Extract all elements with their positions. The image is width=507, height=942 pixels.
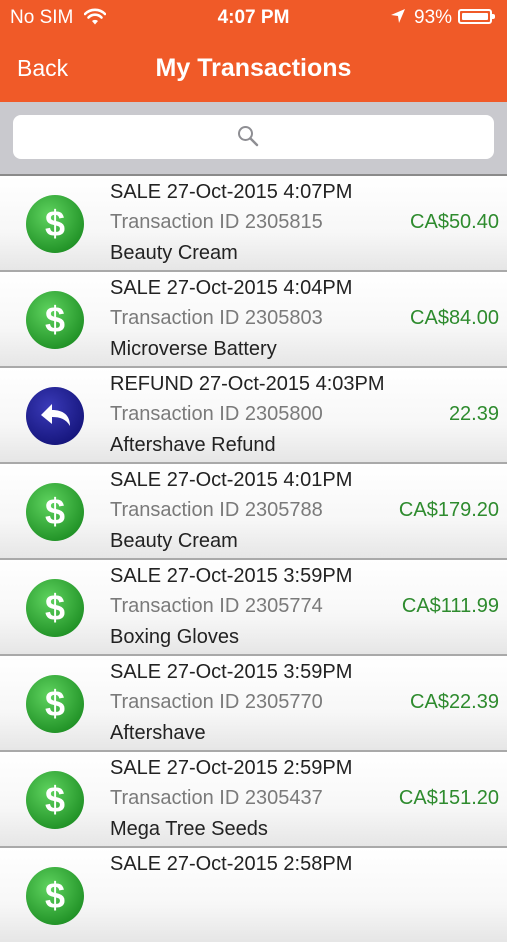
transaction-amount: 22.39: [448, 403, 499, 425]
transaction-header: SALE 27-Oct-2015 3:59PM: [110, 565, 353, 587]
svg-text:$: $: [45, 299, 65, 340]
transaction-item: Aftershave: [110, 722, 206, 744]
battery-percent: 93%: [414, 7, 453, 28]
transaction-header: SALE 27-Oct-2015 2:59PM: [110, 757, 353, 779]
transaction-row[interactable]: $ SALE 27-Oct-2015 4:07PM Transaction ID …: [0, 174, 507, 270]
dollar-icon: $: [25, 290, 85, 350]
search-icon: [236, 124, 260, 153]
transaction-id: Transaction ID 2305800: [110, 403, 323, 425]
dollar-icon: $: [25, 578, 85, 638]
transaction-amount: CA$50.40: [410, 211, 499, 233]
status-bar: No SIM 4:07 PM 93%: [0, 0, 507, 34]
transaction-amount: CA$22.39: [410, 691, 499, 713]
transaction-header: REFUND 27-Oct-2015 4:03PM: [110, 373, 385, 395]
transaction-amount: CA$179.20: [398, 499, 499, 521]
transaction-id: Transaction ID 2305788: [110, 499, 323, 521]
transaction-id: Transaction ID 2305437: [110, 787, 323, 809]
transaction-item: Mega Tree Seeds: [110, 818, 268, 840]
transaction-row[interactable]: $ SALE 27-Oct-2015 2:58PM: [0, 846, 507, 942]
transaction-item: Aftershave Refund: [110, 434, 276, 456]
dollar-icon: $: [25, 194, 85, 254]
svg-text:$: $: [45, 875, 65, 916]
svg-text:$: $: [45, 491, 65, 532]
dollar-icon: $: [25, 770, 85, 830]
svg-text:$: $: [45, 779, 65, 820]
refund-arrow-icon: [25, 386, 85, 446]
dollar-icon: $: [25, 866, 85, 926]
transaction-id: Transaction ID 2305803: [110, 307, 323, 329]
transaction-header: SALE 27-Oct-2015 4:01PM: [110, 469, 353, 491]
dollar-icon: $: [25, 674, 85, 734]
transaction-row[interactable]: REFUND 27-Oct-2015 4:03PM Transaction ID …: [0, 366, 507, 462]
transaction-header: SALE 27-Oct-2015 3:59PM: [110, 661, 353, 683]
transaction-header: SALE 27-Oct-2015 4:07PM: [110, 181, 353, 203]
transaction-item: Microverse Battery: [110, 338, 277, 360]
transaction-header: SALE 27-Oct-2015 4:04PM: [110, 277, 353, 299]
transaction-row[interactable]: $ SALE 27-Oct-2015 4:04PM Transaction ID …: [0, 270, 507, 366]
transaction-list: $ SALE 27-Oct-2015 4:07PM Transaction ID …: [0, 174, 507, 942]
svg-text:$: $: [45, 203, 65, 244]
transaction-id: Transaction ID 2305815: [110, 211, 323, 233]
svg-text:$: $: [45, 683, 65, 724]
transaction-item: Beauty Cream: [110, 242, 238, 264]
transaction-id: Transaction ID 2305770: [110, 691, 323, 713]
transaction-row[interactable]: $ SALE 27-Oct-2015 3:59PM Transaction ID …: [0, 654, 507, 750]
transaction-amount: CA$151.20: [398, 787, 499, 809]
svg-text:$: $: [45, 587, 65, 628]
transaction-item: Beauty Cream: [110, 530, 238, 552]
transaction-header: SALE 27-Oct-2015 2:58PM: [110, 853, 353, 875]
navigation-bar: No SIM 4:07 PM 93% Back My Transactions: [0, 0, 507, 102]
dollar-icon: $: [25, 482, 85, 542]
transaction-item: Boxing Gloves: [110, 626, 239, 648]
location-arrow-icon: [390, 8, 406, 30]
battery-icon: [458, 9, 495, 24]
transaction-amount: CA$84.00: [410, 307, 499, 329]
transaction-id: Transaction ID 2305774: [110, 595, 323, 617]
transaction-row[interactable]: $ SALE 27-Oct-2015 4:01PM Transaction ID …: [0, 462, 507, 558]
page-title: My Transactions: [155, 54, 352, 82]
transaction-row[interactable]: $ SALE 27-Oct-2015 2:59PM Transaction ID …: [0, 750, 507, 846]
transaction-amount: CA$111.99: [401, 595, 499, 617]
transaction-row[interactable]: $ SALE 27-Oct-2015 3:59PM Transaction ID …: [0, 558, 507, 654]
